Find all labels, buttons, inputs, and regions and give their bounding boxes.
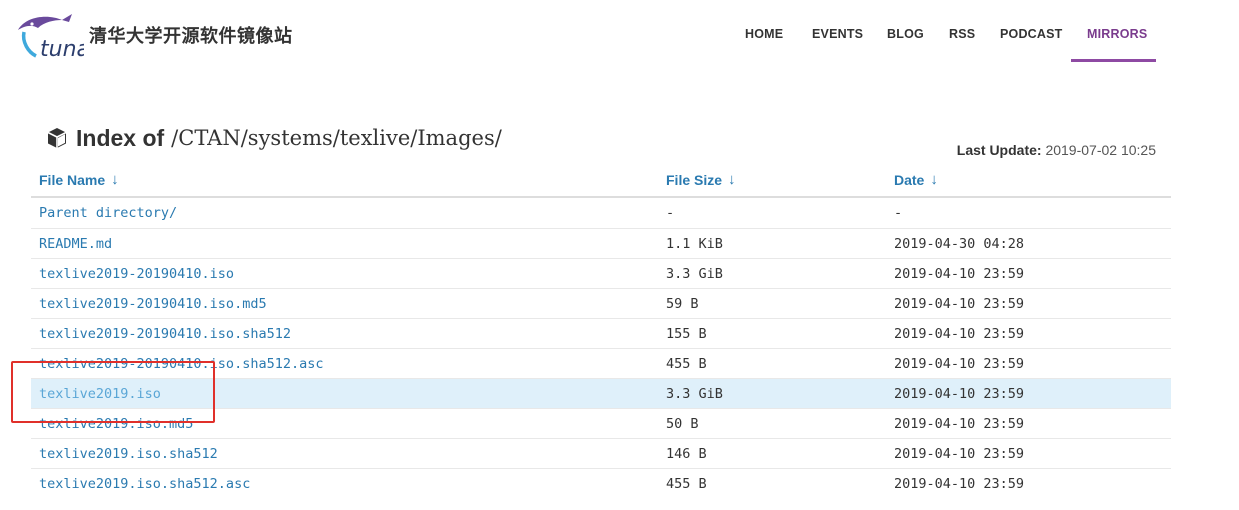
tuna-logo[interactable]: tuna (14, 12, 84, 62)
file-link[interactable]: README.md (39, 236, 112, 252)
table-row: texlive2019.iso.sha512 146 B 2019-04-10 … (31, 438, 1171, 468)
logo-text: tuna (40, 37, 84, 62)
sort-arrow-icon: ↓ (930, 171, 938, 188)
sort-arrow-icon: ↓ (728, 171, 736, 188)
table-row: texlive2019-20190410.iso 3.3 GiB 2019-04… (31, 258, 1171, 288)
file-date: 2019-04-10 23:59 (894, 416, 1025, 432)
site-title[interactable]: 清华大学开源软件镜像站 (89, 22, 293, 48)
nav-active-indicator (1071, 59, 1156, 62)
sort-by-date[interactable]: Date ↓ (894, 171, 938, 188)
column-header-size: File Size (666, 171, 723, 188)
file-link[interactable]: texlive2019-20190410.iso.md5 (39, 296, 267, 312)
nav-podcast[interactable]: PODCAST (1000, 27, 1063, 41)
table-header: File Name ↓ File Size ↓ Date ↓ (31, 166, 1171, 198)
last-update-label: Last Update: (956, 142, 1042, 158)
column-header-name: File Name (39, 171, 106, 188)
file-size: 146 B (666, 446, 707, 462)
file-size: 3.3 GiB (666, 386, 723, 402)
file-size: 155 B (666, 326, 707, 342)
file-size: 3.3 GiB (666, 266, 723, 282)
file-date: 2019-04-10 23:59 (894, 296, 1025, 312)
file-size: 50 B (666, 416, 699, 432)
file-size: 455 B (666, 476, 707, 492)
index-of-label: Index of (76, 124, 165, 151)
file-date: 2019-04-10 23:59 (894, 326, 1025, 342)
table-row: README.md 1.1 KiB 2019-04-30 04:28 (31, 228, 1171, 258)
sort-by-size[interactable]: File Size ↓ (666, 171, 736, 188)
last-update-value: 2019-07-02 10:25 (1045, 142, 1156, 158)
file-link[interactable]: Parent directory/ (39, 205, 177, 221)
nav-mirrors[interactable]: MIRRORS (1087, 27, 1147, 41)
directory-path: /CTAN/systems/texlive/Images/ (171, 126, 502, 150)
file-size: 455 B (666, 356, 707, 372)
nav-blog[interactable]: BLOG (887, 27, 924, 41)
page-title: Index of /CTAN/systems/texlive/Images/ (46, 122, 502, 154)
file-size: 1.1 KiB (666, 236, 723, 252)
nav-home[interactable]: HOME (745, 27, 783, 41)
file-link[interactable]: texlive2019.iso.sha512.asc (39, 476, 250, 492)
file-size: - (666, 205, 675, 221)
last-update: Last Update: 2019-07-02 10:25 (957, 142, 1156, 158)
sort-by-name[interactable]: File Name ↓ (39, 171, 119, 188)
file-date: - (894, 205, 903, 221)
file-link[interactable]: texlive2019.iso.sha512 (39, 446, 218, 462)
file-size: 59 B (666, 296, 699, 312)
table-row: Parent directory/ - - (31, 198, 1171, 228)
file-link[interactable]: texlive2019-20190410.iso.sha512 (39, 326, 291, 342)
file-date: 2019-04-30 04:28 (894, 236, 1025, 252)
file-link[interactable]: texlive2019-20190410.iso (39, 266, 234, 282)
nav-rss[interactable]: RSS (949, 27, 975, 41)
table-body: Parent directory/ - - README.md 1.1 KiB … (31, 198, 1171, 498)
column-header-date: Date (894, 171, 925, 188)
file-date: 2019-04-10 23:59 (894, 476, 1025, 492)
file-table: File Name ↓ File Size ↓ Date ↓ Parent di… (31, 166, 1171, 498)
nav-events[interactable]: EVENTS (812, 27, 863, 41)
table-row: texlive2019.iso.sha512.asc 455 B 2019-04… (31, 468, 1171, 498)
annotation-highlight-box (11, 361, 215, 423)
table-row: texlive2019-20190410.iso.sha512 155 B 20… (31, 318, 1171, 348)
file-date: 2019-04-10 23:59 (894, 356, 1025, 372)
file-date: 2019-04-10 23:59 (894, 386, 1025, 402)
cube-icon (47, 128, 67, 148)
sort-arrow-icon: ↓ (111, 171, 119, 188)
table-row: texlive2019-20190410.iso.md5 59 B 2019-0… (31, 288, 1171, 318)
file-date: 2019-04-10 23:59 (894, 446, 1025, 462)
file-date: 2019-04-10 23:59 (894, 266, 1025, 282)
